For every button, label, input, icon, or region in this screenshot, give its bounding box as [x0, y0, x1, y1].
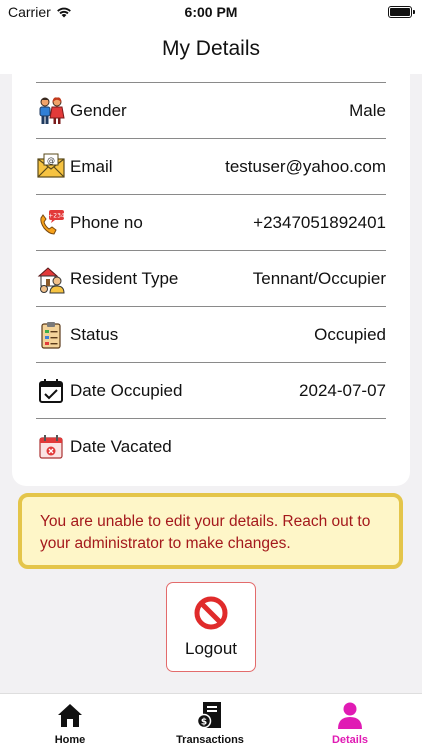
detail-label: Email	[70, 156, 113, 176]
resident-icon	[36, 264, 66, 294]
detail-value: +2347051892401	[253, 212, 386, 232]
detail-label: Date Vacated	[70, 436, 172, 456]
detail-value: Tennant/Occupier	[252, 268, 386, 288]
calendar-vacated-icon	[36, 432, 66, 462]
svg-text:+234: +234	[48, 212, 65, 219]
tab-label: Details	[331, 734, 369, 746]
detail-row-email: @ Email testuser@yahoo.com	[36, 138, 386, 194]
detail-label: Date Occupied	[70, 380, 183, 400]
email-icon: @	[36, 152, 66, 182]
tab-details[interactable]: Details	[290, 700, 410, 750]
logout-button[interactable]: Logout	[166, 582, 256, 672]
detail-row-date-vacated: Date Vacated	[36, 418, 386, 474]
status-bar: Carrier 6:00 PM	[0, 0, 422, 26]
detail-value: Occupied	[314, 324, 386, 344]
detail-label: Phone no	[70, 212, 143, 232]
tab-home[interactable]: Home	[10, 700, 130, 750]
nav-header: My Details	[0, 26, 422, 74]
svg-text:$: $	[201, 718, 207, 728]
transactions-icon: $	[196, 702, 221, 729]
page-title: My Details	[161, 37, 261, 60]
edit-notice-banner: You are unable to edit your details. Rea…	[18, 493, 403, 569]
detail-row-status: Status Occupied	[36, 306, 386, 362]
person-icon	[338, 702, 362, 729]
gender-icon	[36, 96, 66, 126]
detail-label: Gender	[70, 100, 127, 120]
status-time: 6:00 PM	[184, 4, 238, 20]
clipboard-icon	[36, 320, 66, 350]
details-card: Gender Male @ Email testuser@yahoo.com +…	[12, 74, 410, 486]
detail-row-phone: +234 Phone no +2347051892401	[36, 194, 386, 250]
tab-transactions[interactable]: $ Transactions	[150, 700, 270, 750]
prohibited-icon	[194, 596, 228, 630]
phone-icon: +234	[36, 208, 66, 238]
home-icon	[58, 704, 82, 727]
detail-row-date-occupied: Date Occupied 2024-07-07	[36, 362, 386, 418]
notice-text: You are unable to edit your details. Rea…	[40, 513, 371, 552]
detail-value: 2024-07-07	[299, 380, 386, 400]
detail-row-gender: Gender Male	[36, 82, 386, 138]
detail-value: testuser@yahoo.com	[225, 156, 386, 176]
tab-label: Transactions	[176, 734, 244, 746]
detail-label: Status	[70, 324, 119, 344]
detail-row-resident-type: Resident Type Tennant/Occupier	[36, 250, 386, 306]
tab-bar: Home $ Transactions Details	[0, 693, 422, 750]
svg-text:@: @	[47, 156, 55, 165]
detail-value: Male	[349, 100, 386, 120]
calendar-check-icon	[36, 376, 66, 406]
detail-label: Resident Type	[70, 268, 179, 288]
battery-icon	[388, 6, 415, 18]
logout-label: Logout	[185, 639, 237, 658]
tab-label: Home	[54, 734, 86, 746]
